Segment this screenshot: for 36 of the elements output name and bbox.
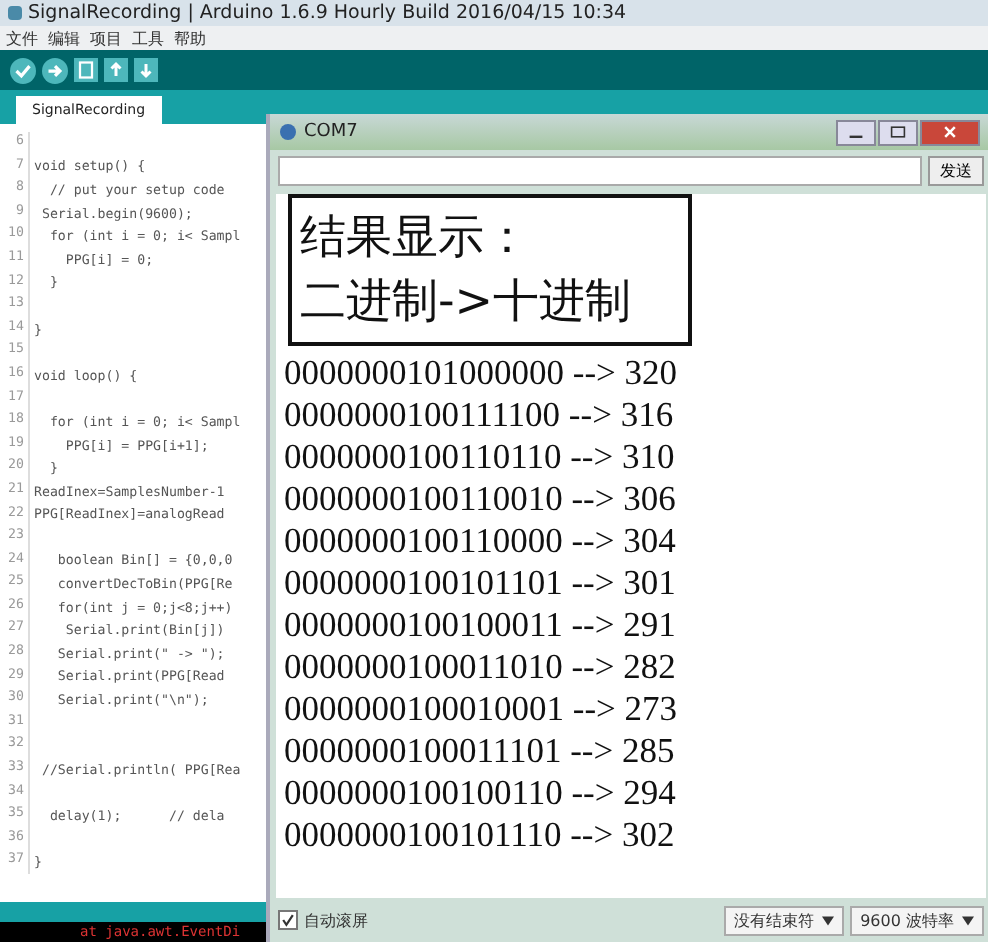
output-line: 0000000100110000 --> 304 [284,520,678,562]
menu-item[interactable]: 编辑 [48,27,80,49]
close-icon [942,124,958,140]
heading-text: 二进制->十进制 [300,274,634,332]
output-line: 0000000100011010 --> 282 [284,646,678,688]
minimize-button[interactable] [836,119,876,145]
baud-rate-dropdown[interactable]: 9600 波特率 [850,905,984,935]
output-line: 0000000100110010 --> 306 [284,478,678,520]
menu-item[interactable]: 文件 [6,27,38,49]
app-icon [8,6,22,20]
output-line: 0000000100101101 --> 301 [284,562,678,604]
send-input-field[interactable] [278,156,922,186]
output-line: 0000000100100110 --> 294 [284,772,678,814]
arrow-icon[interactable] [42,57,68,83]
window-title: COM7 [304,122,358,142]
line-ending-dropdown[interactable]: 没有结束符 [724,905,845,935]
send-button[interactable]: 发送 [928,156,984,186]
maximize-icon [890,124,906,140]
menu-item[interactable]: 项目 [90,27,122,49]
autoscroll-label: 自动滚屏 [304,909,368,931]
output-line: 0000000101000000 --> 320 [284,352,680,394]
output-line: 0000000100110110 --> 310 [284,436,677,478]
output-line: 0000000100101110 --> 302 [284,814,677,856]
autoscroll-checkbox[interactable] [278,910,298,930]
menu-item[interactable]: 工具 [132,27,164,49]
output-line: 0000000100010001 --> 273 [284,688,680,730]
output-line: 0000000100011101 --> 285 [284,730,677,772]
close-button[interactable] [920,119,980,145]
heading-text: 结果显示： [300,210,532,268]
app-icon [280,124,296,140]
check-icon[interactable] [10,57,36,83]
menu-item[interactable]: 帮助 [174,27,206,49]
output-line: 0000000100100011 --> 291 [284,604,678,646]
output-line: 0000000100111100 --> 316 [284,394,676,436]
window-title: SignalRecording | Arduino 1.6.9 Hourly Build 2016/04/15 10:34 [28,2,627,24]
maximize-button[interactable] [878,119,918,145]
